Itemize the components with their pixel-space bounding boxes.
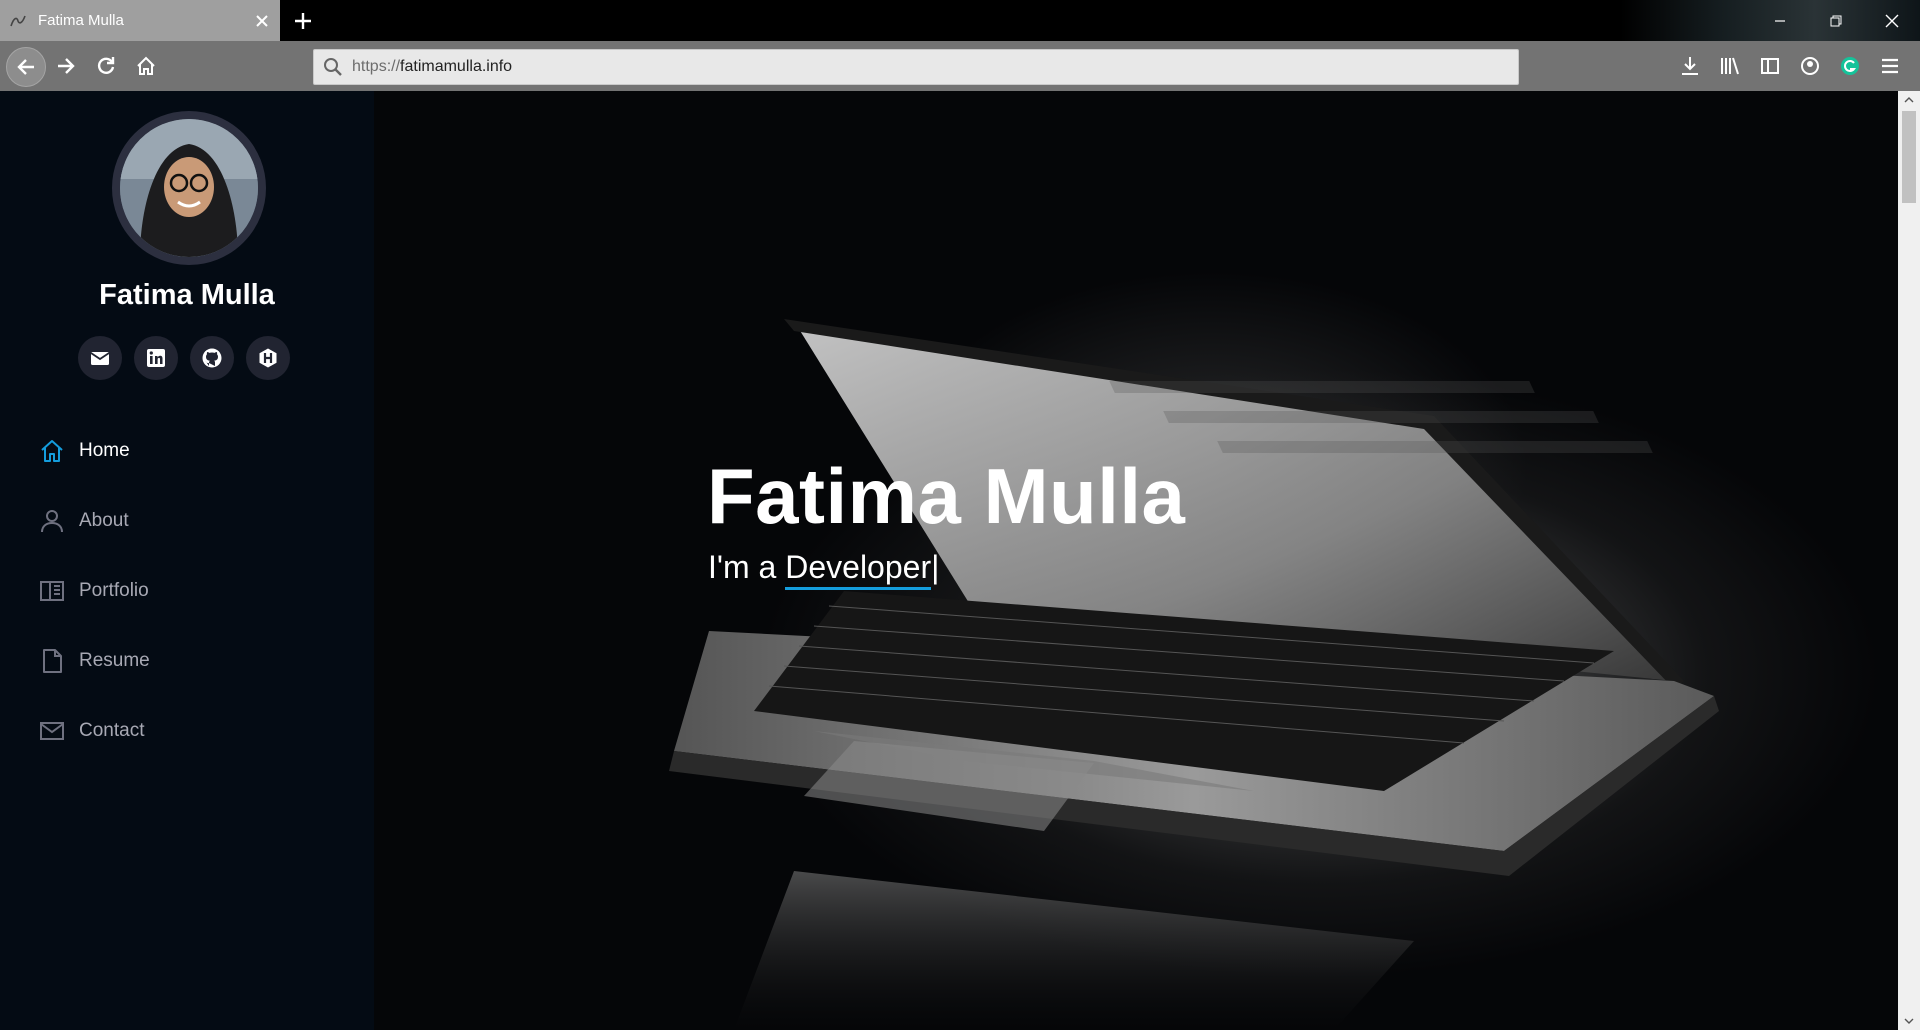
nav-item-contact[interactable]: Contact [38,696,150,766]
linkedin-link[interactable] [134,336,178,380]
nav-menu: Home About Portfolio Resume Contact [38,416,150,766]
restore-icon [1830,15,1842,26]
typing-cursor: | [931,549,940,585]
email-link[interactable] [78,336,122,380]
account-icon [1801,57,1819,75]
laptop-background-image [669,319,1719,1030]
home-button[interactable] [128,48,164,84]
site-favicon-icon [10,14,28,28]
close-icon [1885,14,1899,27]
sidebar-toggle-button[interactable] [1752,49,1788,83]
hamburger-menu-icon [1882,58,1898,74]
linkedin-icon [147,349,165,367]
scroll-up-arrow-icon[interactable] [1898,91,1920,109]
nav-item-home[interactable]: Home [38,416,150,486]
profile-photo [120,119,258,257]
grammarly-button[interactable] [1832,49,1868,83]
hero-title: Fatima Mulla [707,452,1186,540]
nav-label-resume: Resume [79,650,150,671]
browser-toolbar: https://fatimamulla.info [0,41,1920,91]
home-icon [137,56,155,75]
web-page: Fatima Mulla Home About Portfolio Resume… [0,91,1920,1030]
nav-item-portfolio[interactable]: Portfolio [38,556,150,626]
grammarly-icon [1841,57,1859,75]
file-icon [38,647,66,675]
close-window-button[interactable] [1864,0,1920,41]
avatar [112,111,266,265]
page-scrollbar[interactable] [1898,91,1920,1030]
email-icon [90,352,110,365]
nav-label-contact: Contact [79,720,145,741]
browser-tab[interactable]: Fatima Mulla [0,0,280,41]
tab-close-icon[interactable] [250,9,274,33]
nav-item-about[interactable]: About [38,486,150,556]
github-link[interactable] [190,336,234,380]
window-controls [1752,0,1920,41]
account-button[interactable] [1792,49,1828,83]
nav-label-portfolio: Portfolio [79,580,149,601]
home-icon [38,437,66,465]
nav-label-home: Home [79,440,130,461]
hero-subtitle-prefix: I'm a [708,549,786,585]
profile-name: Fatima Mulla [99,279,275,311]
library-icon [1721,57,1739,75]
hackerrank-icon [259,348,277,368]
person-icon [38,507,66,535]
hero-section: Fatima Mulla I'm a Developer| [374,91,1898,1030]
reload-icon [97,57,115,74]
github-icon [202,348,222,368]
sidebar-icon [1761,58,1779,74]
forward-button[interactable] [48,48,84,84]
envelope-icon [38,717,66,745]
scroll-down-arrow-icon[interactable] [1898,1012,1920,1030]
url-protocol: https:// [352,58,401,75]
book-icon [38,577,66,605]
plus-icon [295,13,311,29]
url-host: fatimamulla.info [400,58,513,75]
hero-subtitle: I'm a Developer| [708,549,940,590]
tab-title: Fatima Mulla [38,12,124,29]
nav-label-about: About [79,510,129,531]
typed-role: Developer [785,549,932,590]
downloads-button[interactable] [1672,49,1708,83]
social-links [78,336,290,380]
search-icon [322,56,344,78]
tab-bar: Fatima Mulla [0,0,1920,91]
back-button[interactable] [6,47,46,87]
arrow-right-icon [58,58,75,74]
minimize-button[interactable] [1752,0,1808,41]
nav-item-resume[interactable]: Resume [38,626,150,696]
toolbar-icons [1672,49,1908,83]
url-text: https://fatimamulla.info [352,58,512,76]
hackerrank-link[interactable] [246,336,290,380]
arrow-left-icon [17,59,34,75]
address-bar[interactable]: https://fatimamulla.info [313,49,1519,85]
scrollbar-thumb[interactable] [1902,111,1916,203]
restore-button[interactable] [1808,0,1864,41]
menu-button[interactable] [1872,49,1908,83]
new-tab-button[interactable] [288,6,318,36]
library-button[interactable] [1712,49,1748,83]
sidebar: Fatima Mulla Home About Portfolio Resume… [0,91,374,1030]
reload-button[interactable] [88,48,124,84]
minimize-icon [1775,19,1785,22]
download-icon [1682,57,1698,75]
